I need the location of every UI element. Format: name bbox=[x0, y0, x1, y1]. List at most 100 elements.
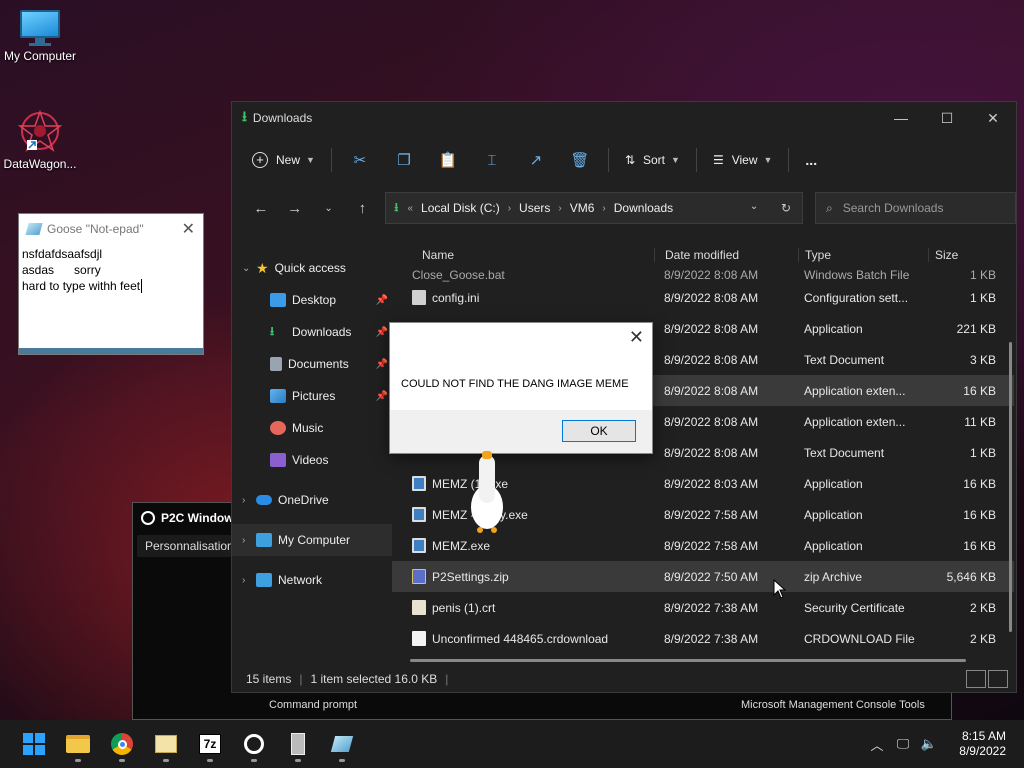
dialog-footer: OK bbox=[390, 410, 652, 453]
desktop-icon-my-computer[interactable]: My Computer bbox=[0, 10, 80, 63]
navigation-pane: ⌄ ★ Quick access Desktop 📌 ⭳ Downloads 📌… bbox=[232, 252, 392, 672]
refresh-icon[interactable]: ↻ bbox=[770, 201, 802, 215]
tab-personnalisation[interactable]: Personnalisation bbox=[137, 535, 242, 557]
sort-button[interactable]: ⇅ Sort ▼ bbox=[615, 144, 690, 176]
column-name[interactable]: Name bbox=[392, 248, 654, 262]
new-button[interactable]: + New ▼ bbox=[242, 144, 325, 176]
volume-icon[interactable]: 🔈 bbox=[916, 736, 942, 752]
maximize-button[interactable]: ☐ bbox=[924, 110, 970, 127]
close-icon[interactable]: ✕ bbox=[629, 327, 644, 348]
desktop-icon-label: DataWagon... bbox=[3, 157, 77, 171]
taskbar-file-explorer[interactable] bbox=[56, 724, 100, 764]
taskbar-chrome[interactable] bbox=[100, 724, 144, 764]
sidebar-item-my-computer[interactable]: › My Computer bbox=[232, 524, 392, 556]
explorer-title: Downloads bbox=[252, 111, 313, 125]
notepad-titlebar[interactable]: Goose "Not-epad" ✕ bbox=[19, 214, 203, 244]
close-icon[interactable]: ✕ bbox=[182, 219, 195, 239]
breadcrumb-vm6[interactable]: VM6 bbox=[570, 201, 595, 215]
goose-notepad-window[interactable]: Goose "Not-epad" ✕ nsfdafdsaafsdjl asdas … bbox=[18, 213, 204, 355]
ok-button[interactable]: OK bbox=[562, 420, 636, 442]
table-row[interactable]: Unconfirmed 448465.crdownload 8/9/2022 7… bbox=[392, 623, 1014, 654]
chevron-down-icon[interactable]: ⌄ bbox=[738, 201, 770, 215]
table-row[interactable]: Close_Goose.bat 8/9/2022 8:08 AM Windows… bbox=[392, 268, 1014, 282]
pin-icon: 📌 bbox=[375, 294, 388, 306]
delete-icon[interactable]: 🗑 bbox=[558, 151, 602, 169]
chevron-right-icon[interactable]: › bbox=[242, 535, 256, 546]
more-options-button[interactable]: ... bbox=[795, 144, 827, 176]
pictures-icon bbox=[270, 389, 286, 403]
notepad-text-area[interactable]: nsfdafdsaafsdjl asdas sorry hard to type w… bbox=[19, 244, 203, 347]
windows-logo-icon bbox=[23, 733, 45, 755]
back-arrow-icon[interactable]: ← bbox=[244, 200, 278, 217]
taskbar: 7z ︿ 🖵 🔈 8:15 AM 8/9/2022 bbox=[0, 720, 1024, 768]
chevron-right-icon[interactable]: › bbox=[242, 575, 256, 586]
download-icon: ⭳ bbox=[242, 108, 247, 124]
column-date-modified[interactable]: Date modified bbox=[654, 248, 798, 262]
gear-icon bbox=[141, 511, 155, 525]
breadcrumb-users[interactable]: Users bbox=[519, 201, 550, 215]
pin-icon: 📌 bbox=[375, 390, 388, 402]
taskbar-notepad[interactable] bbox=[320, 724, 364, 764]
horizontal-scrollbar[interactable] bbox=[410, 659, 966, 662]
chevron-left-icon: « bbox=[407, 202, 414, 214]
breadcrumb-downloads[interactable]: Downloads bbox=[614, 201, 673, 215]
minimize-button[interactable]: — bbox=[878, 110, 924, 127]
copy-icon[interactable]: ❐ bbox=[382, 151, 426, 169]
cut-icon[interactable]: ✂ bbox=[338, 151, 382, 169]
sidebar-item-network[interactable]: › Network bbox=[232, 564, 392, 596]
desktop-icon-label: My Computer bbox=[3, 49, 77, 63]
sidebar-item-videos[interactable]: Videos bbox=[232, 444, 392, 476]
sidebar-item-music[interactable]: Music bbox=[232, 412, 392, 444]
recent-chevron-icon[interactable]: ⌄ bbox=[312, 203, 346, 214]
breadcrumb-local-disk[interactable]: Local Disk (C:) bbox=[421, 201, 500, 215]
sidebar-item-desktop[interactable]: Desktop 📌 bbox=[232, 284, 392, 316]
taskbar-app-certificate[interactable] bbox=[144, 724, 188, 764]
chevron-down-icon[interactable]: ⌄ bbox=[242, 263, 256, 274]
table-row[interactable]: penis (1).crt 8/9/2022 7:38 AM Security … bbox=[392, 592, 1014, 623]
address-row: ← → ⌄ ↑ ⭳ « Local Disk (C:) › Users › VM… bbox=[232, 186, 1016, 230]
share-icon[interactable]: ↗ bbox=[514, 151, 558, 169]
chevron-up-icon[interactable]: ︿ bbox=[864, 735, 890, 754]
forward-arrow-icon[interactable]: → bbox=[278, 200, 312, 217]
chevron-right-icon[interactable]: › bbox=[242, 495, 256, 506]
large-icons-view-icon[interactable] bbox=[988, 670, 1008, 688]
desktop-icon-datawagon[interactable]: DataWagon... bbox=[0, 108, 80, 171]
table-row[interactable]: config.ini 8/9/2022 8:08 AM Configuratio… bbox=[392, 282, 1014, 313]
paste-icon[interactable]: 📋 bbox=[426, 151, 470, 169]
command-prompt-label[interactable]: Command prompt bbox=[269, 699, 357, 711]
pin-icon: 📌 bbox=[375, 326, 388, 338]
search-input[interactable]: ⌕ Search Downloads bbox=[815, 192, 1016, 224]
sidebar-item-quick-access[interactable]: ⌄ ★ Quick access bbox=[232, 252, 392, 284]
sidebar-item-onedrive[interactable]: › OneDrive bbox=[232, 484, 392, 516]
settings-file-icon bbox=[412, 290, 426, 305]
column-size[interactable]: Size bbox=[928, 248, 1012, 262]
taskbar-7zip[interactable]: 7z bbox=[188, 724, 232, 764]
chevron-down-icon: ▼ bbox=[671, 155, 680, 165]
vertical-scrollbar[interactable] bbox=[1009, 342, 1012, 632]
close-button[interactable]: ✕ bbox=[970, 110, 1016, 127]
mmc-tools-label[interactable]: Microsoft Management Console Tools bbox=[741, 699, 925, 711]
start-button[interactable] bbox=[12, 724, 56, 764]
sidebar-item-documents[interactable]: Documents 📌 bbox=[232, 348, 392, 380]
chevron-down-icon: ▼ bbox=[763, 155, 773, 165]
column-headers: Name Date modified Type Size bbox=[392, 242, 1014, 268]
table-row[interactable]: P2Settings.zip 8/9/2022 7:50 AM zip Arch… bbox=[392, 561, 1014, 592]
taskbar-archive-tool[interactable] bbox=[276, 724, 320, 764]
clock[interactable]: 8:15 AM 8/9/2022 bbox=[942, 729, 1024, 759]
message-dialog[interactable]: ✕ COULD NOT FIND THE DANG IMAGE MEME OK bbox=[389, 322, 653, 454]
view-button[interactable]: ☰ View ▼ bbox=[703, 144, 782, 176]
network-icon[interactable]: 🖵 bbox=[890, 736, 916, 752]
column-type[interactable]: Type bbox=[798, 248, 928, 262]
chevron-right-icon: › bbox=[507, 202, 512, 214]
taskbar-settings[interactable] bbox=[232, 724, 276, 764]
rename-icon[interactable]: ⌶ bbox=[470, 152, 514, 169]
explorer-titlebar[interactable]: ⭳ Downloads — ☐ ✕ bbox=[232, 102, 1016, 134]
details-view-icon[interactable] bbox=[966, 670, 986, 688]
up-arrow-icon[interactable]: ↑ bbox=[345, 200, 379, 217]
address-bar[interactable]: ⭳ « Local Disk (C:) › Users › VM6 › Down… bbox=[385, 192, 804, 224]
exe-file-icon bbox=[412, 538, 426, 553]
sidebar-item-pictures[interactable]: Pictures 📌 bbox=[232, 380, 392, 412]
search-icon: ⌕ bbox=[826, 200, 833, 215]
sidebar-item-downloads[interactable]: ⭳ Downloads 📌 bbox=[232, 316, 392, 348]
notepad-icon bbox=[25, 223, 43, 235]
